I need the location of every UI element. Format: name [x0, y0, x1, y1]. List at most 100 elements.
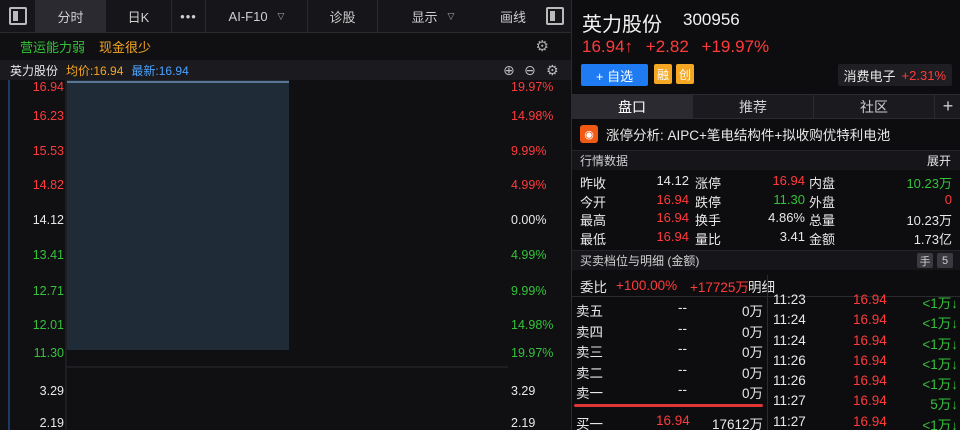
tab-recommend[interactable]: 推荐 [693, 95, 814, 118]
sidebar-toggle-button[interactable] [0, 0, 36, 33]
price-summary: 16.94↑ +2.82 +19.97% [582, 37, 777, 57]
quote-v1: 16.94 [656, 228, 689, 244]
sector-pct: +2.31% [901, 67, 946, 83]
tab-fenshi[interactable]: 分时 [36, 0, 106, 33]
ai-f10-dropdown[interactable]: AI-F10 ▽ [206, 0, 308, 33]
buy-one-price: 16.94 [656, 413, 690, 428]
price-axis-label: 12.71 [32, 284, 64, 298]
price-axis-label: 2.19 [39, 416, 64, 430]
tick-price: 16.94 [853, 373, 887, 389]
intraday-chart[interactable]: 16.94 16.23 15.53 14.82 14.12 13.41 12.71 12.01… [0, 80, 571, 430]
sell-level-row: 卖五 -- 0万 [572, 298, 767, 319]
quote-row: 昨收 14.12 涨停 16.94 内盘 10.23万 [572, 172, 960, 191]
hand-unit-toggle[interactable]: 手 [917, 253, 933, 268]
sell-level-price: -- [678, 320, 687, 336]
display-dropdown[interactable]: 显示 ▽ [378, 0, 488, 33]
quote-data-header: 行情数据 展开 [572, 150, 960, 170]
pct-axis-label: 14.98% [511, 318, 554, 332]
fire-icon: ◉ [580, 125, 598, 143]
tab-daily-k[interactable]: 日K [106, 0, 172, 33]
left-accent-bar [8, 80, 10, 430]
diagnose-button[interactable]: 诊股 [308, 0, 378, 33]
book-header: 买卖档位与明细 (金额) 手 5 [572, 250, 960, 270]
quote-v1: 14.12 [656, 173, 689, 188]
chinext-tag[interactable]: 创 [676, 64, 694, 84]
tick-details: 11:23 16.94 <1万↓ 11:24 16.94 <1万↓ 11:24 16.94 <1… [768, 290, 960, 430]
gear-icon[interactable]: ⚙ [536, 37, 549, 55]
price-axis-label: 3.29 [39, 384, 64, 398]
tick-time: 11:23 [773, 292, 806, 307]
add-watchlist-button[interactable]: + 自选 [581, 64, 648, 86]
expand-button[interactable]: 展开 [927, 152, 951, 169]
sell-level-row: 卖二 -- 0万 [572, 360, 767, 381]
tick-vol: <1万↓ [922, 316, 958, 332]
sell-level-row: 卖一 -- 0万 [572, 380, 767, 401]
quote-l1: 今开 [580, 194, 607, 210]
tab-community[interactable]: 社区 [814, 95, 935, 118]
depth-five-toggle[interactable]: 5 [937, 253, 953, 268]
tick-vol: <1万↓ [922, 417, 958, 430]
avg-price-label: 均价:16.94 [66, 63, 124, 78]
settings-gear-icon[interactable]: ⚙ [546, 62, 559, 79]
margin-tag[interactable]: 融 [654, 64, 672, 84]
stock-code: 300956 [683, 10, 740, 29]
price-axis-label: 16.23 [32, 109, 64, 123]
tick-time: 11:27 [773, 393, 806, 409]
tag-operating-weak[interactable]: 营运能力弱 [20, 37, 85, 56]
sell-level-label: 卖四 [576, 324, 603, 340]
more-button[interactable]: ••• [172, 0, 206, 33]
chart-toolbar: 分时 日K ••• AI-F10 ▽ 诊股 显示 ▽ 画线 [0, 0, 571, 33]
quote-l2: 涨停 [695, 176, 722, 191]
stock-name-title: 英力股份 [582, 14, 662, 36]
sell-level-row: 卖四 -- 0万 [572, 319, 767, 340]
buy-one-label: 买一 [576, 417, 603, 430]
panel-icon [545, 7, 564, 25]
sell-level-amt: 0万 [741, 345, 763, 360]
current-price: 16.94↑ [582, 37, 634, 56]
quote-l2: 换手 [695, 213, 722, 228]
pct-axis-label: 2.19 [511, 416, 536, 430]
tab-pankou[interactable]: 盘口 [572, 95, 693, 118]
price-axis-label: 14.82 [32, 178, 64, 192]
sell-level-label: 卖一 [576, 386, 603, 401]
limit-up-analysis[interactable]: ◉ 涨停分析: AIPC+笔电结构件+拟收购优特利电池 [572, 122, 960, 146]
quote-v3: 10.23万 [906, 213, 952, 228]
pct-axis-label: 4.99% [511, 178, 547, 192]
quote-l1: 最低 [580, 231, 607, 247]
sell-level-label: 卖五 [576, 304, 603, 319]
quote-tabs: 盘口 推荐 社区 + [572, 94, 960, 119]
tick-price: 16.94 [853, 352, 887, 368]
buy-one-row: 买一 16.94 17612万 [572, 410, 767, 430]
quote-v2: 4.86% [768, 210, 805, 225]
quote-l2: 跌停 [695, 194, 722, 210]
quote-l1: 昨收 [580, 176, 607, 191]
display-label: 显示 [411, 9, 438, 25]
layout-toggle-button[interactable] [538, 0, 571, 33]
sell-level-price: -- [678, 300, 687, 315]
add-tab-button[interactable]: + [935, 95, 960, 118]
sell-level-amt: 0万 [741, 386, 763, 401]
zoom-in-icon[interactable]: ⊕ [503, 62, 515, 79]
quote-v3: 10.23万 [906, 176, 952, 191]
quote-l3: 金额 [809, 231, 836, 247]
order-book: 卖五 -- 0万 卖四 -- 0万 卖三 -- 0万 卖二 -- 0万 卖一 -- 0万 [572, 298, 767, 401]
price-axis-label: 13.41 [32, 248, 64, 262]
book-title: 买卖档位与明细 (金额) [580, 254, 700, 268]
sell-level-amt: 0万 [741, 365, 763, 381]
tick-price: 16.94 [853, 393, 887, 409]
quote-panel: 英力股份 300956 16.94↑ +2.82 +19.97% + 自选 融 … [571, 0, 960, 430]
quote-row: 今开 16.94 跌停 11.30 外盘 0 [572, 191, 960, 210]
zoom-out-icon[interactable]: ⊖ [524, 62, 536, 79]
tag-low-cash[interactable]: 现金很少 [99, 37, 151, 56]
panel-icon [8, 7, 27, 25]
stock-name-label: 英力股份 [10, 63, 59, 78]
sector-badge[interactable]: 消费电子 +2.31% [837, 64, 952, 86]
sector-name: 消费电子 [843, 68, 896, 84]
price-axis-label: 12.01 [32, 318, 64, 332]
tick-time: 11:24 [773, 312, 806, 328]
quote-l2: 量比 [695, 231, 722, 247]
draw-line-button[interactable]: 画线 [488, 0, 538, 33]
quote-l3: 外盘 [809, 194, 836, 210]
pct-axis-label: 4.99% [511, 248, 547, 262]
stock-tags: 营运能力弱 现金很少 ⚙ [0, 33, 571, 59]
